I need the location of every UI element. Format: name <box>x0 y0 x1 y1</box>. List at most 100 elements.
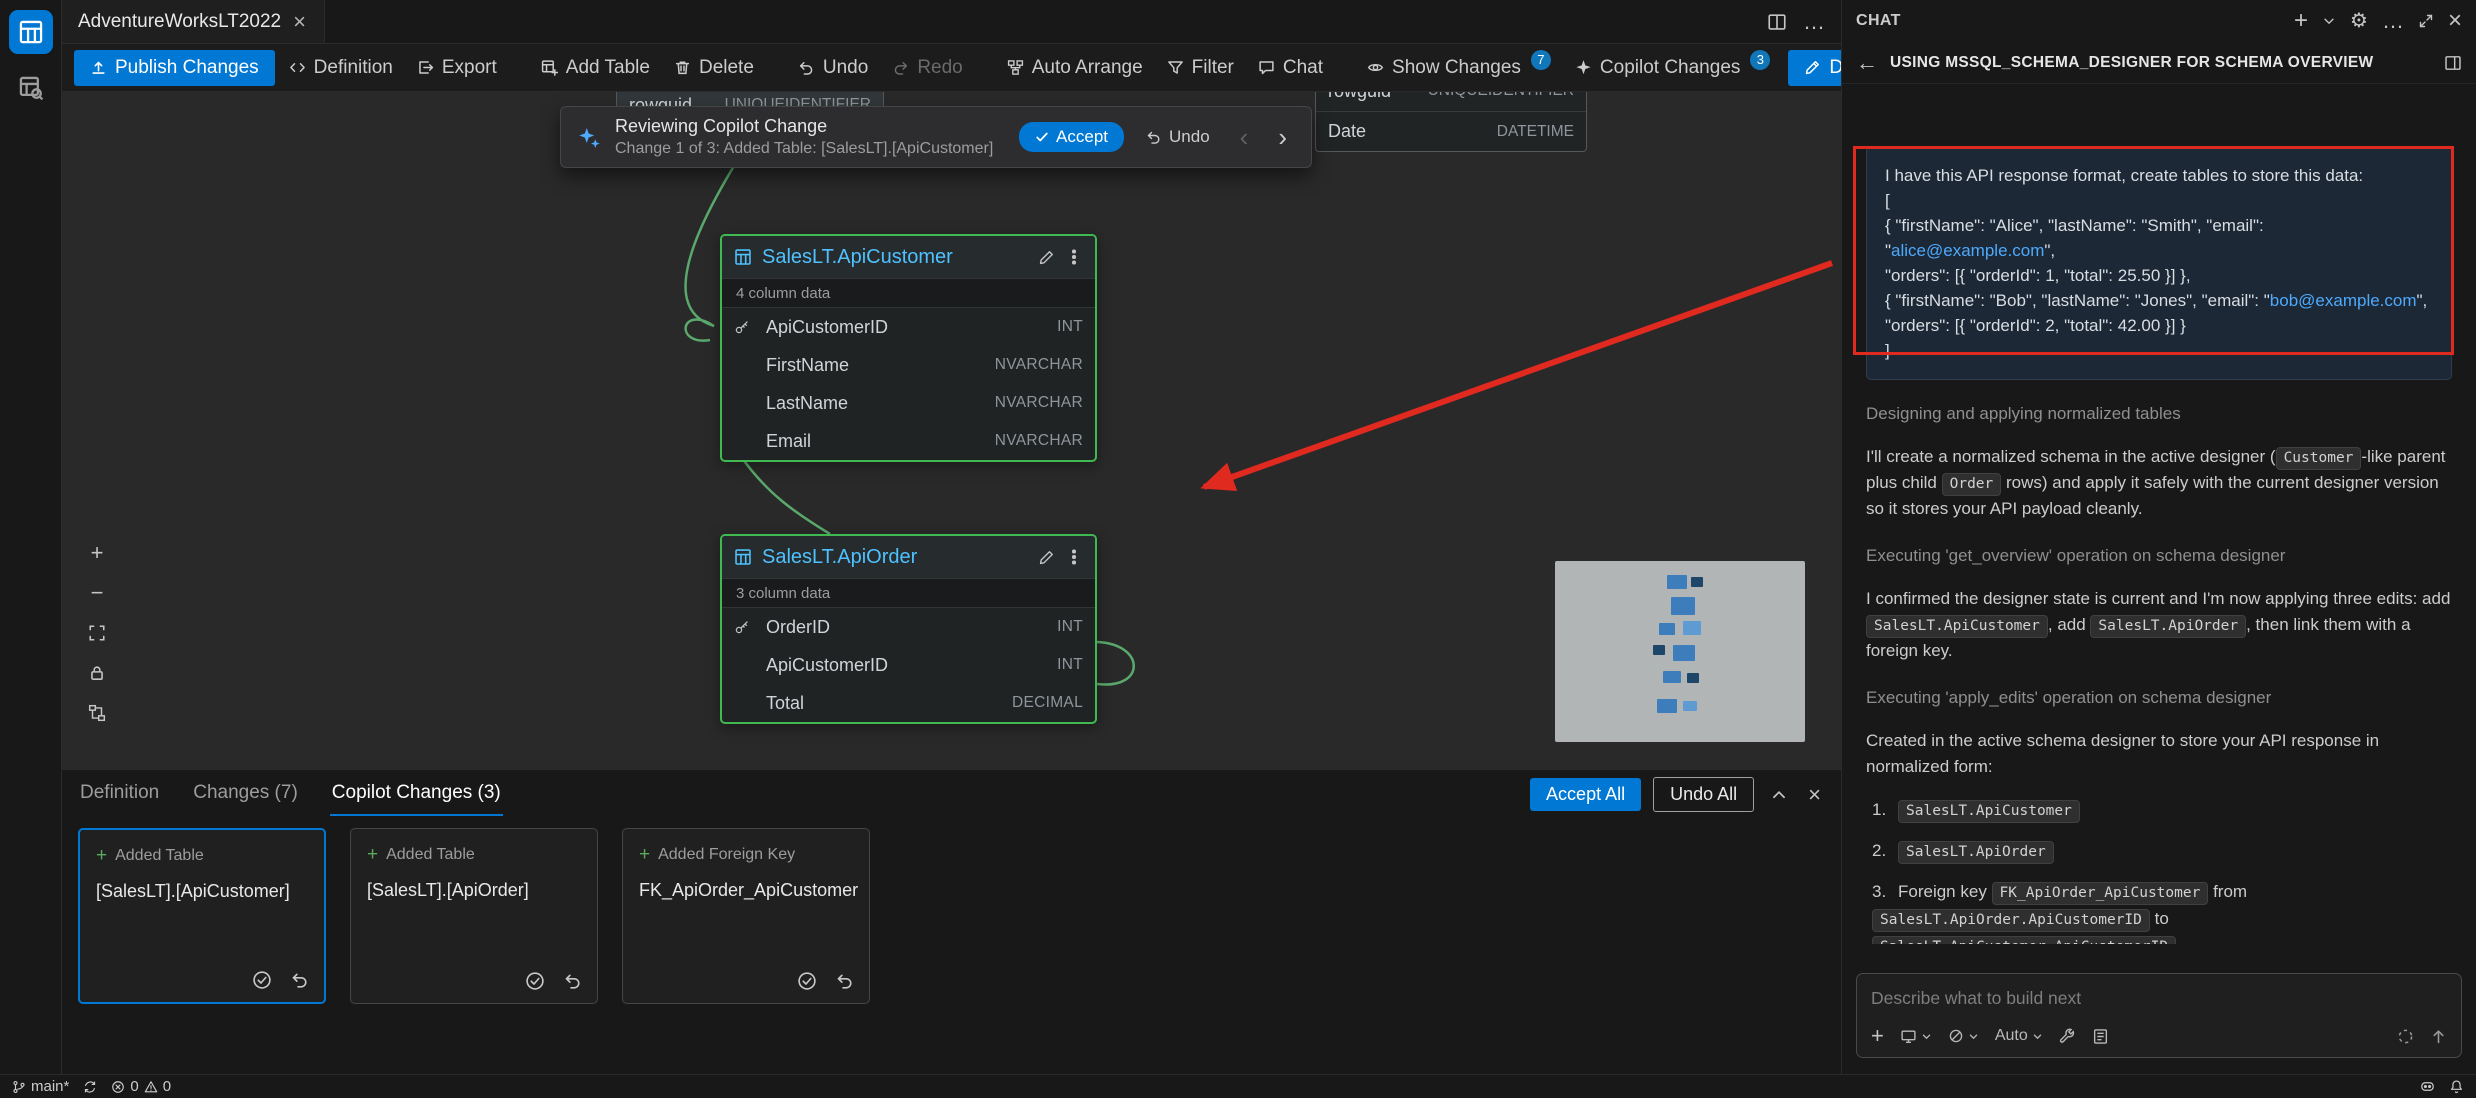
instructions-icon[interactable] <box>2092 1028 2109 1045</box>
filter-button[interactable]: Filter <box>1157 51 1244 85</box>
delete-button[interactable]: Delete <box>664 51 764 85</box>
accept-change-icon[interactable] <box>525 971 545 991</box>
copilot-change-card[interactable]: + Added Table [SalesLT].[ApiOrder] <box>350 828 598 1004</box>
code-chip: SalesLT.ApiOrder <box>2090 615 2246 638</box>
send-icon[interactable] <box>2430 1028 2447 1045</box>
add-table-button[interactable]: Add Table <box>531 51 660 85</box>
filter-funnel-icon <box>1167 59 1184 76</box>
expand-chat-icon[interactable] <box>2418 13 2434 29</box>
problems-item[interactable]: 0 0 <box>111 1078 171 1095</box>
publish-changes-button[interactable]: Publish Changes <box>74 50 275 86</box>
check-icon <box>1035 130 1049 144</box>
back-arrow-icon[interactable]: ← <box>1856 52 1878 74</box>
chevron-down-icon[interactable] <box>2322 14 2336 28</box>
partial-table[interactable]: rowguid UNIQUEIDENTIFIER Date DATETIME <box>1315 92 1587 152</box>
chat-button[interactable]: Chat <box>1248 51 1333 85</box>
table-row[interactable]: Email NVARCHAR <box>722 422 1095 460</box>
show-changes-badge: 7 <box>1531 50 1551 70</box>
copilot-change-card[interactable]: + Added Table [SalesLT].[ApiCustomer] <box>78 828 326 1004</box>
zoom-out-button[interactable]: − <box>84 580 110 606</box>
definition-button[interactable]: Definition <box>279 51 403 85</box>
tab-close-icon[interactable]: × <box>291 11 308 33</box>
minimap[interactable] <box>1555 561 1805 742</box>
table-apiorder[interactable]: SalesLT.ApiOrder 3 column data OrderID I… <box>720 534 1097 724</box>
panel-tab-definition[interactable]: Definition <box>78 772 161 816</box>
table-row[interactable]: OrderID INT <box>722 608 1095 646</box>
email-link[interactable]: bob@example.com <box>2270 291 2417 310</box>
undo-change-icon[interactable] <box>290 970 310 990</box>
accept-change-button[interactable]: Accept <box>1019 122 1124 152</box>
zoom-in-button[interactable]: + <box>84 540 110 566</box>
lock-button[interactable] <box>84 660 110 686</box>
split-editor-icon[interactable] <box>1767 12 1787 32</box>
chat-more-actions-icon[interactable]: … <box>2382 10 2404 32</box>
model-picker[interactable]: Auto <box>1995 1027 2043 1045</box>
table-apicustomer[interactable]: SalesLT.ApiCustomer 4 column data ApiCus… <box>720 234 1097 462</box>
undo-change-button[interactable]: Undo <box>1138 123 1218 151</box>
undo-change-icon[interactable] <box>563 971 583 991</box>
show-changes-button[interactable]: Show Changes 7 <box>1357 51 1561 85</box>
minimap-node <box>1659 623 1675 635</box>
auto-arrange-button[interactable]: Auto Arrange <box>997 51 1153 85</box>
accept-all-button[interactable]: Accept All <box>1530 778 1641 811</box>
accept-change-icon[interactable] <box>797 971 817 991</box>
table-row[interactable]: Date DATETIME <box>1316 111 1586 151</box>
chat-history[interactable]: I have this API response format, create … <box>1842 84 2476 944</box>
undo-button[interactable]: Undo <box>788 51 878 85</box>
redo-button[interactable]: Redo <box>882 51 972 85</box>
chat-input-field[interactable] <box>1871 988 2447 1009</box>
undo-change-icon[interactable] <box>835 971 855 991</box>
screen-icon <box>1900 1028 1917 1045</box>
next-change-icon[interactable]: › <box>1270 124 1295 150</box>
chevron-down-icon <box>1921 1031 1932 1042</box>
sync-icon[interactable] <box>83 1080 97 1094</box>
collapse-panel-icon[interactable] <box>1766 786 1792 804</box>
copilot-changes-button[interactable]: Copilot Changes 3 <box>1565 51 1780 85</box>
table-subtitle: 4 column data <box>722 278 1095 308</box>
table-row[interactable]: ApiCustomerID INT <box>722 308 1095 346</box>
auto-layout-button[interactable] <box>84 700 110 726</box>
undo-all-button[interactable]: Undo All <box>1653 777 1754 812</box>
previous-change-icon[interactable]: ‹ <box>1232 124 1257 150</box>
panel-tab-changes[interactable]: Changes (7) <box>191 772 300 816</box>
chevron-down-icon <box>1968 1031 1979 1042</box>
new-chat-icon[interactable]: + <box>2294 9 2308 33</box>
open-session-in-editor-icon[interactable] <box>2444 54 2462 72</box>
designer-toolbar: Publish Changes Definition Export Add Ta <box>62 44 1841 92</box>
tab-adventureworks[interactable]: AdventureWorksLT2022 × <box>62 0 325 43</box>
tools-icon[interactable] <box>2059 1028 2076 1045</box>
accept-change-icon[interactable] <box>252 970 272 990</box>
table-row[interactable]: LastName NVARCHAR <box>722 384 1095 422</box>
chat-settings-gear-icon[interactable]: ⚙ <box>2350 11 2368 31</box>
table-menu-icon[interactable] <box>1065 255 1083 259</box>
copilot-status-icon[interactable] <box>2420 1079 2435 1094</box>
git-branch-item[interactable]: main* <box>12 1078 69 1095</box>
screen-context-picker[interactable] <box>1900 1028 1932 1045</box>
chat-input-box[interactable]: + Aut <box>1856 973 2462 1058</box>
minimap-node <box>1683 621 1701 635</box>
panel-tab-copilot-changes[interactable]: Copilot Changes (3) <box>330 772 503 816</box>
table-row[interactable]: Total DECIMAL <box>722 684 1095 722</box>
export-button[interactable]: Export <box>407 51 507 85</box>
close-panel-icon[interactable]: × <box>1804 782 1825 808</box>
mode-picker[interactable] <box>1948 1028 1979 1044</box>
email-link[interactable]: alice@example.com <box>1891 241 2044 260</box>
copilot-change-card[interactable]: + Added Foreign Key FK_ApiOrder_ApiCusto… <box>622 828 870 1004</box>
add-context-icon[interactable]: + <box>1871 1025 1884 1047</box>
close-chat-icon[interactable]: × <box>2448 9 2462 33</box>
schema-designer-activity-button[interactable] <box>9 10 53 54</box>
history-spinner-icon[interactable] <box>2397 1028 2414 1045</box>
table-row[interactable]: ApiCustomerID INT <box>722 646 1095 684</box>
editor-tab-bar: AdventureWorksLT2022 × … <box>62 0 1841 44</box>
table-menu-icon[interactable] <box>1065 555 1083 559</box>
edit-table-icon[interactable] <box>1038 249 1055 266</box>
schema-visualizer-activity-button[interactable] <box>9 66 53 110</box>
copilot-changes-badge: 3 <box>1750 50 1770 70</box>
edit-table-icon[interactable] <box>1038 549 1055 566</box>
table-row[interactable]: rowguid UNIQUEIDENTIFIER <box>1316 92 1586 111</box>
editor-more-actions-icon[interactable]: … <box>1803 9 1825 35</box>
table-row[interactable]: FirstName NVARCHAR <box>722 346 1095 384</box>
schema-canvas[interactable]: rowguid UNIQUEIDENTIFIER rowguid UNIQUEI… <box>62 92 1841 769</box>
notifications-bell-icon[interactable] <box>2449 1079 2464 1094</box>
fit-view-button[interactable] <box>84 620 110 646</box>
